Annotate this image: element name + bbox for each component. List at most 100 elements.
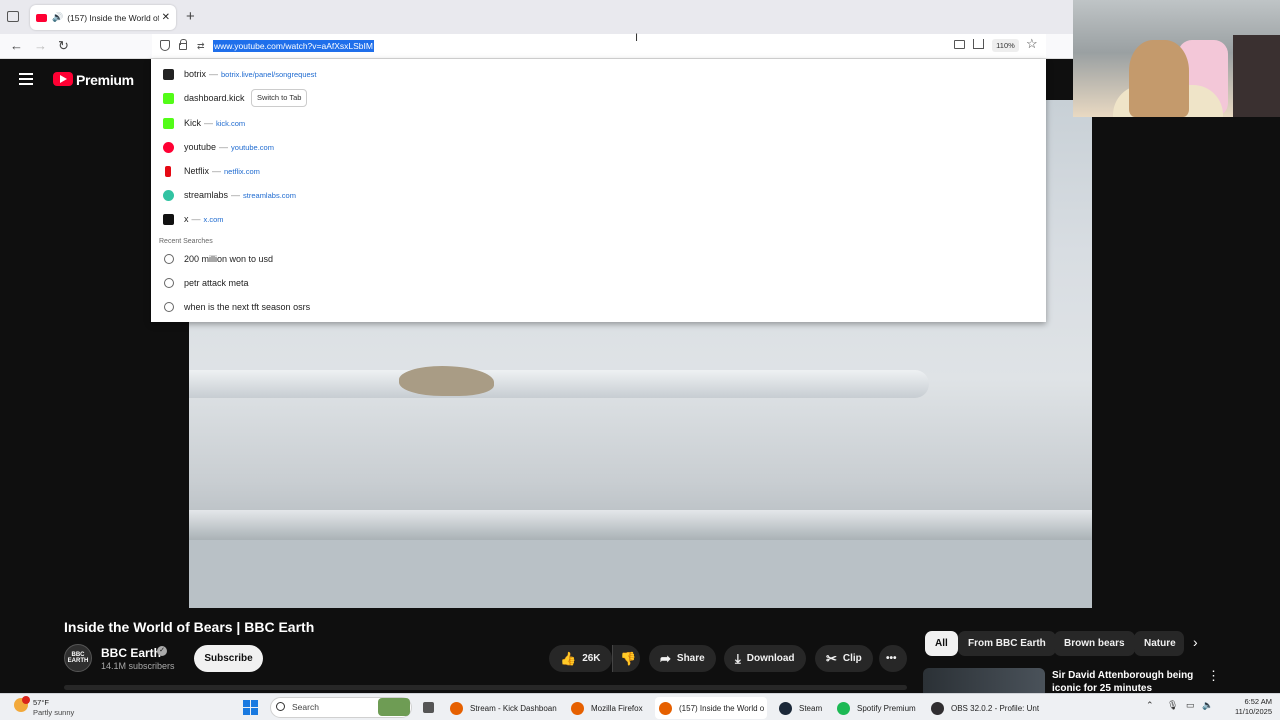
bookmark-star-icon[interactable]: ☆ — [1026, 36, 1038, 52]
url-input[interactable]: www.youtube.com/watch?v=aAfXsxLSbIM — [213, 40, 374, 52]
suggestion-name: Netflix — [184, 166, 210, 176]
taskbar-app-spotify[interactable]: Spotify Premium — [837, 697, 921, 719]
recent-search-text: when is the next tft season osrs — [184, 302, 311, 312]
back-arrow-icon[interactable]: ← — [10, 38, 23, 53]
menu-icon[interactable] — [19, 73, 33, 88]
app-label: Stream - Kick Dashboan — [470, 703, 557, 713]
zoom-level[interactable]: 110% — [992, 39, 1019, 52]
switch-to-tab-button[interactable]: Switch to Tab — [251, 89, 308, 107]
channel-name[interactable]: BBC Earth — [101, 646, 161, 660]
suggestion-url: botrix.live/panel/songrequest — [221, 70, 317, 79]
channel-avatar[interactable]: BBC EARTH — [64, 644, 92, 672]
suggestion-dashboard-kick[interactable]: dashboard.kick Switch to Tab — [151, 87, 1046, 109]
kick-favicon-icon — [163, 117, 174, 129]
like-button[interactable]: 👍 26K — [549, 645, 612, 672]
suggestion-botrix[interactable]: botrix — botrix.live/panel/songrequest — [151, 63, 1046, 85]
youtube-logo-icon[interactable] — [53, 72, 73, 86]
notification-badge — [22, 696, 30, 704]
reload-icon[interactable]: ↻ — [58, 38, 69, 54]
firefox-icon — [450, 701, 463, 715]
clock[interactable]: 6:52 AM 11/10/2025 — [1227, 697, 1272, 717]
recent-search-item[interactable]: 200 million won to usd — [151, 248, 1046, 270]
steam-icon — [779, 701, 792, 715]
download-icon: ⤓ — [735, 650, 741, 666]
more-vertical-icon[interactable]: ⋮ — [1207, 668, 1220, 684]
clip-button[interactable]: ✂ Clip — [815, 645, 873, 672]
tab-title: (157) Inside the World of Be — [67, 12, 158, 23]
task-view-icon[interactable] — [423, 702, 434, 713]
ocean-water — [189, 540, 1092, 608]
forward-arrow-icon[interactable]: → — [34, 38, 47, 53]
tab-youtube[interactable]: 🔊 (157) Inside the World of Be ✕ — [30, 5, 176, 30]
scissors-icon: ✂ — [826, 650, 837, 666]
chip-from-bbc-earth[interactable]: From BBC Earth — [958, 631, 1056, 656]
dislike-button[interactable]: 👎 — [612, 645, 640, 672]
lock-icon[interactable] — [179, 39, 187, 50]
webcam-overlay — [1073, 0, 1280, 117]
weather-temp[interactable]: 57°F — [33, 698, 49, 707]
history-clock-icon — [164, 254, 174, 264]
suggestion-kick[interactable]: Kick — kick.com — [151, 112, 1046, 134]
suggestion-netflix[interactable]: Netflix — netflix.com — [151, 160, 1046, 182]
chip-all[interactable]: All — [925, 631, 958, 656]
picture-in-picture-icon[interactable] — [954, 40, 965, 49]
recent-searches-header: Recent Searches — [159, 238, 213, 245]
person-head — [1129, 40, 1189, 117]
url-suggestions-dropdown: botrix — botrix.live/panel/songrequest das… — [151, 59, 1046, 322]
search-highlight-image[interactable] — [378, 698, 410, 716]
youtube-premium-logo[interactable]: Premium — [76, 72, 134, 88]
speaker-icon[interactable]: 🔊 — [52, 12, 63, 23]
suggestion-name: dashboard.kick — [184, 93, 245, 103]
tab-overview-icon[interactable] — [7, 11, 19, 22]
history-clock-icon — [164, 302, 174, 312]
chevron-right-icon[interactable]: › — [1193, 634, 1198, 650]
app-label: Steam — [799, 703, 823, 713]
more-actions-button[interactable]: ••• — [879, 645, 907, 672]
weather-desc[interactable]: Partly sunny — [33, 708, 74, 717]
taskbar-app-youtube-tab[interactable]: (157) Inside the World o — [655, 697, 767, 719]
chip-brown-bears[interactable]: Brown bears — [1054, 631, 1135, 656]
search-icon — [276, 702, 285, 711]
seal-on-ice — [399, 366, 494, 396]
download-label: Download — [746, 653, 795, 664]
text-cursor-icon: I — [635, 32, 639, 44]
permissions-icon[interactable]: ⇄ — [197, 41, 205, 52]
microphone-icon[interactable]: 🎙 — [1167, 700, 1178, 711]
windows-taskbar: 57°F Partly sunny Search Stream - Kick D… — [0, 693, 1280, 720]
recent-search-text: 200 million won to usd — [184, 254, 274, 264]
subscribe-button[interactable]: Subscribe — [194, 645, 263, 672]
download-icon[interactable] — [973, 39, 984, 49]
clock-date: 11/10/2025 — [1235, 707, 1272, 716]
chevron-up-icon[interactable]: ⌃ — [1146, 700, 1154, 711]
suggestion-url: x.com — [203, 215, 224, 224]
suggestion-url: streamlabs.com — [243, 191, 296, 200]
suggestion-x[interactable]: x — x.com — [151, 208, 1046, 230]
taskbar-app-steam[interactable]: Steam — [779, 697, 827, 719]
shield-icon[interactable] — [160, 40, 170, 51]
clip-label: Clip — [842, 653, 862, 664]
suggestion-name: streamlabs — [184, 190, 229, 200]
windows-start-icon[interactable] — [243, 700, 258, 715]
taskbar-app-kick-dashboard[interactable]: Stream - Kick Dashboan — [450, 697, 562, 719]
netflix-favicon-icon — [165, 165, 171, 177]
speaker-icon[interactable]: 🔈 — [1202, 700, 1213, 711]
taskbar-app-firefox[interactable]: Mozilla Firefox — [571, 697, 651, 719]
suggestion-url: netflix.com — [224, 167, 260, 176]
close-tab-icon[interactable]: ✕ — [162, 12, 170, 23]
suggestion-youtube[interactable]: youtube — youtube.com — [151, 136, 1046, 158]
botrix-favicon-icon — [163, 68, 174, 80]
recent-search-item[interactable]: petr attack meta — [151, 272, 1046, 294]
chip-nature[interactable]: Nature — [1134, 631, 1184, 656]
display-icon[interactable]: ▭ — [1186, 700, 1195, 711]
recommended-title[interactable]: Sir David Attenborough being iconic for … — [1052, 669, 1197, 691]
verified-check-icon: ✓ — [157, 646, 167, 656]
app-label: (157) Inside the World o — [679, 703, 765, 713]
history-clock-icon — [164, 278, 174, 288]
share-button[interactable]: ➦ Share — [649, 645, 716, 672]
download-button[interactable]: ⤓ Download — [724, 645, 806, 672]
taskbar-app-obs[interactable]: OBS 32.0.2 - Profile: Unt — [931, 697, 1041, 719]
recent-search-item[interactable]: when is the next tft season osrs — [151, 296, 1046, 318]
suggestion-streamlabs[interactable]: streamlabs — streamlabs.com — [151, 184, 1046, 206]
new-tab-button[interactable]: + — [186, 8, 195, 25]
obs-icon — [931, 701, 944, 715]
